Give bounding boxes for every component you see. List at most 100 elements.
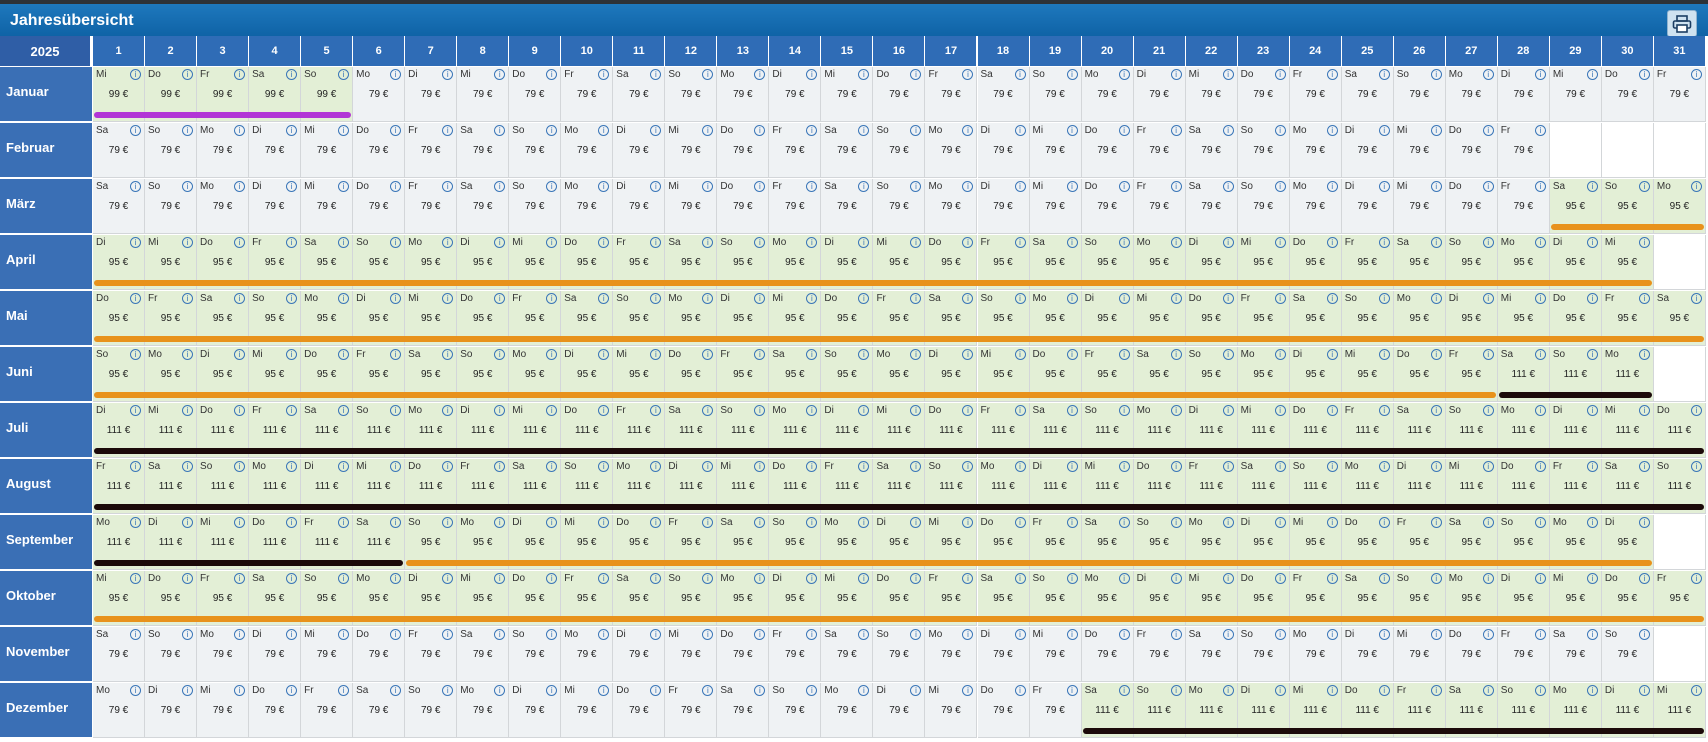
day-cell[interactable]: Sa i 79 € (821, 627, 874, 682)
day-cell[interactable]: Mo i 79 € (925, 627, 978, 682)
day-cell[interactable]: Di i 79 € (1341, 123, 1394, 178)
info-icon[interactable]: i (182, 237, 194, 248)
info-icon[interactable]: i (494, 237, 506, 248)
info-icon[interactable]: i (650, 293, 662, 304)
info-icon[interactable]: i (130, 293, 142, 304)
day-cell[interactable]: Di i 79 € (145, 683, 198, 738)
info-icon[interactable]: i (754, 293, 766, 304)
info-icon[interactable]: i (962, 349, 974, 360)
info-icon[interactable]: i (1222, 69, 1234, 80)
day-cell[interactable]: Do i 79 € (717, 179, 770, 234)
info-icon[interactable]: i (858, 125, 870, 136)
day-cell[interactable]: Sa i 79 € (1549, 627, 1602, 682)
info-icon[interactable]: i (1482, 517, 1494, 528)
info-icon[interactable]: i (546, 405, 558, 416)
info-icon[interactable]: i (962, 461, 974, 472)
info-icon[interactable]: i (234, 181, 246, 192)
day-cell[interactable]: Di i 79 € (873, 683, 926, 738)
day-cell[interactable]: So i 79 € (405, 683, 458, 738)
info-icon[interactable]: i (1534, 237, 1546, 248)
day-cell[interactable]: So i 79 € (145, 179, 198, 234)
day-cell[interactable]: So i 79 € (509, 627, 562, 682)
day-cell[interactable]: Mo i 79 € (561, 627, 614, 682)
day-cell[interactable]: Do i 79 € (249, 683, 302, 738)
info-icon[interactable]: i (1170, 125, 1182, 136)
info-icon[interactable]: i (1430, 685, 1442, 696)
info-icon[interactable]: i (442, 69, 454, 80)
info-icon[interactable]: i (754, 69, 766, 80)
day-cell[interactable]: Sa i 79 € (613, 67, 666, 122)
info-icon[interactable]: i (1066, 685, 1078, 696)
info-icon[interactable]: i (1326, 349, 1338, 360)
day-cell[interactable]: So i 79 € (1029, 67, 1082, 122)
info-icon[interactable]: i (1638, 349, 1650, 360)
info-icon[interactable]: i (1066, 237, 1078, 248)
info-icon[interactable]: i (1274, 629, 1286, 640)
info-icon[interactable]: i (390, 293, 402, 304)
info-icon[interactable]: i (1586, 405, 1598, 416)
info-icon[interactable]: i (1066, 461, 1078, 472)
info-icon[interactable]: i (442, 125, 454, 136)
info-icon[interactable]: i (1222, 349, 1234, 360)
info-icon[interactable]: i (910, 349, 922, 360)
info-icon[interactable]: i (1638, 517, 1650, 528)
day-cell[interactable]: So i 79 € (665, 67, 718, 122)
info-icon[interactable]: i (598, 349, 610, 360)
info-icon[interactable]: i (1638, 629, 1650, 640)
info-icon[interactable]: i (1638, 405, 1650, 416)
info-icon[interactable]: i (1326, 125, 1338, 136)
info-icon[interactable]: i (182, 125, 194, 136)
day-cell[interactable]: Di i 79 € (1341, 627, 1394, 682)
info-icon[interactable]: i (1586, 461, 1598, 472)
day-cell[interactable]: So i 79 € (145, 123, 198, 178)
day-cell[interactable]: Di i 79 € (1133, 67, 1186, 122)
day-cell[interactable]: Fr i 79 € (301, 683, 354, 738)
day-cell[interactable]: Mi i 79 € (301, 123, 354, 178)
info-icon[interactable]: i (806, 237, 818, 248)
day-cell[interactable]: Di i 79 € (977, 627, 1030, 682)
info-icon[interactable]: i (1534, 405, 1546, 416)
info-icon[interactable]: i (546, 517, 558, 528)
info-icon[interactable]: i (338, 517, 350, 528)
info-icon[interactable]: i (1586, 517, 1598, 528)
info-icon[interactable]: i (130, 237, 142, 248)
day-cell[interactable]: Mo i 79 € (925, 123, 978, 178)
info-icon[interactable]: i (338, 69, 350, 80)
day-cell[interactable]: Fr i 79 € (1133, 627, 1186, 682)
day-cell[interactable]: Do i 79 € (353, 123, 406, 178)
day-cell[interactable]: Do i 79 € (1081, 627, 1134, 682)
info-icon[interactable]: i (442, 685, 454, 696)
print-button[interactable] (1667, 10, 1697, 37)
info-icon[interactable]: i (598, 461, 610, 472)
info-icon[interactable]: i (1222, 405, 1234, 416)
info-icon[interactable]: i (1014, 69, 1026, 80)
info-icon[interactable]: i (546, 69, 558, 80)
day-cell[interactable]: Mo i 79 € (93, 683, 146, 738)
info-icon[interactable]: i (910, 573, 922, 584)
info-icon[interactable]: i (754, 349, 766, 360)
day-cell[interactable]: Do i 79 € (353, 179, 406, 234)
day-cell[interactable]: Mo i 79 € (197, 123, 250, 178)
info-icon[interactable]: i (702, 685, 714, 696)
day-cell[interactable]: So i 79 € (769, 683, 822, 738)
info-icon[interactable]: i (1482, 685, 1494, 696)
info-icon[interactable]: i (806, 517, 818, 528)
info-icon[interactable]: i (1534, 293, 1546, 304)
info-icon[interactable]: i (1222, 517, 1234, 528)
info-icon[interactable]: i (650, 685, 662, 696)
day-cell[interactable]: Mo i 79 € (197, 179, 250, 234)
info-icon[interactable]: i (806, 405, 818, 416)
info-icon[interactable]: i (1170, 237, 1182, 248)
day-cell[interactable]: Di i 79 € (1497, 67, 1550, 122)
info-icon[interactable]: i (1118, 461, 1130, 472)
info-icon[interactable]: i (1014, 629, 1026, 640)
info-icon[interactable]: i (1326, 69, 1338, 80)
info-icon[interactable]: i (1170, 181, 1182, 192)
info-icon[interactable]: i (650, 573, 662, 584)
day-cell[interactable]: Mo i 79 € (1081, 67, 1134, 122)
day-cell[interactable]: Mo i 79 € (561, 179, 614, 234)
day-cell[interactable]: Do i 79 € (1237, 67, 1290, 122)
info-icon[interactable]: i (546, 573, 558, 584)
day-cell[interactable]: Di i 79 € (769, 67, 822, 122)
info-icon[interactable]: i (1430, 517, 1442, 528)
